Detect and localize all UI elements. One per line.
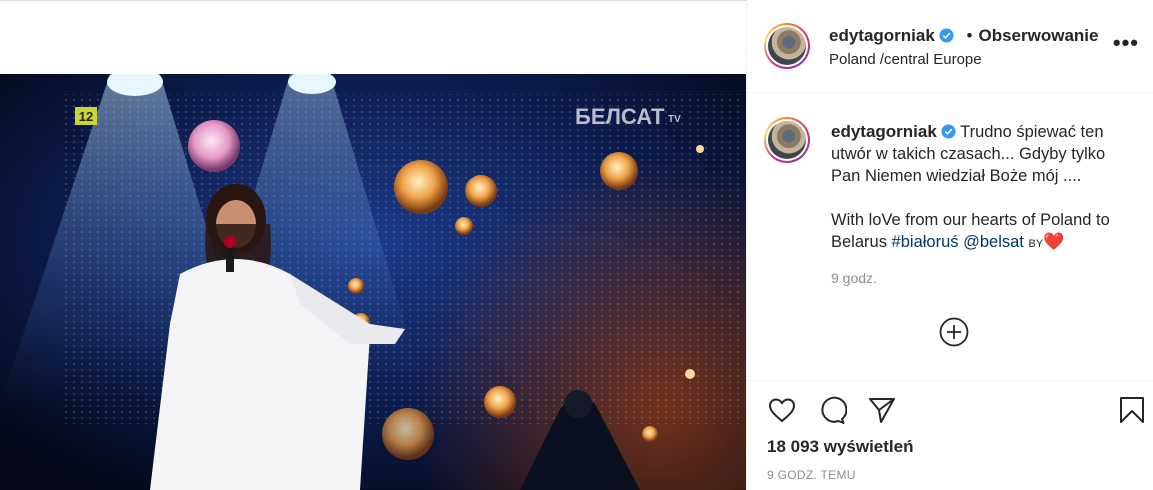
header-name-row: edytagorniak • Obserwowanie	[829, 26, 1098, 46]
post-side-panel: edytagorniak • Obserwowanie Poland /centr…	[746, 0, 1153, 490]
heart-emoji: ❤️	[1043, 232, 1065, 251]
following-button[interactable]: Obserwowanie	[979, 26, 1099, 45]
flag-text: BY	[1028, 238, 1044, 250]
follow-separator: •	[966, 26, 973, 45]
caption-username-link[interactable]: edytagorniak	[831, 122, 937, 141]
heart-icon[interactable]	[767, 395, 797, 425]
caption-text: edytagorniak Trudno śpiewać ten utwór w …	[831, 121, 1131, 255]
verified-badge-icon	[941, 124, 956, 139]
caption-avatar[interactable]	[764, 117, 810, 163]
more-options-icon[interactable]: •••	[1113, 32, 1139, 54]
post-header: edytagorniak • Obserwowanie Poland /centr…	[747, 0, 1153, 93]
comment-icon[interactable]	[817, 395, 847, 425]
verified-badge-icon	[939, 28, 954, 43]
bookmark-icon[interactable]	[1117, 395, 1147, 425]
top-blank-area	[0, 0, 746, 74]
paper-plane-icon[interactable]	[867, 395, 897, 425]
age-rating-badge: 12	[79, 109, 93, 124]
avatar[interactable]	[764, 23, 810, 69]
plus-circle-icon[interactable]	[939, 317, 969, 347]
views-count[interactable]: 18 093 wyświetleń	[767, 437, 913, 457]
video-player[interactable]: 12 БЕЛСАТ TV	[0, 74, 746, 490]
posted-time[interactable]: 9 GODZ. TEMU	[767, 468, 856, 482]
username-link[interactable]: edytagorniak	[829, 26, 935, 45]
mention-link[interactable]: @belsat	[963, 233, 1024, 251]
location-link[interactable]: Poland /central Europe	[829, 51, 982, 68]
action-bar: 18 093 wyświetleń 9 GODZ. TEMU	[747, 380, 1153, 490]
video-frame: 12 БЕЛСАТ TV	[0, 74, 746, 490]
channel-logo-sup: TV	[668, 114, 681, 125]
hashtag-link[interactable]: #białoruś	[892, 233, 959, 251]
channel-logo: БЕЛСАТ	[575, 104, 665, 129]
caption-time: 9 godz.	[831, 270, 877, 286]
